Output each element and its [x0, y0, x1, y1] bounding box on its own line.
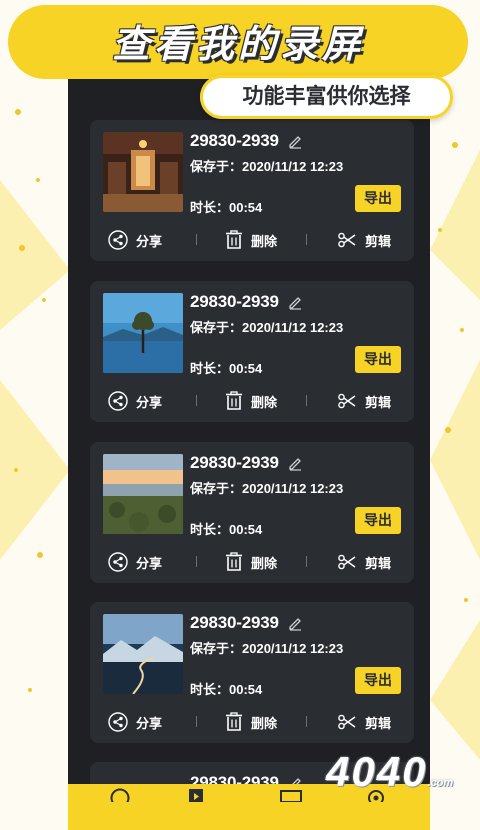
- cut-label: 剪辑: [365, 394, 392, 410]
- banner-subtitle: 功能丰富供你选择: [242, 85, 411, 108]
- share-button[interactable]: 分享: [108, 551, 162, 573]
- recording-name: 29830-2939: [190, 453, 279, 472]
- duration: 时长：00:54: [190, 361, 263, 376]
- scissors-icon: [338, 393, 356, 409]
- delete-button[interactable]: 删除: [225, 711, 277, 733]
- divider: [196, 234, 197, 245]
- cut-button[interactable]: 剪辑: [337, 229, 391, 251]
- divider: [306, 395, 307, 406]
- share-icon: [108, 712, 128, 732]
- share-button[interactable]: 分享: [108, 711, 162, 733]
- delete-label: 删除: [251, 555, 278, 571]
- share-icon: [108, 391, 128, 411]
- promo-banner: 查看我的录屏: [8, 5, 468, 79]
- scissors-icon: [338, 232, 356, 248]
- share-button[interactable]: 分享: [108, 390, 162, 412]
- share-icon: [108, 552, 128, 572]
- subtitle-pill: 功能丰富供你选择: [200, 75, 453, 119]
- divider: [196, 395, 197, 406]
- duration: 时长：00:54: [190, 682, 263, 697]
- delete-label: 删除: [251, 394, 278, 410]
- recording-name: 29830-2939: [190, 292, 279, 311]
- export-button[interactable]: 导出: [355, 185, 401, 212]
- share-label: 分享: [136, 233, 163, 249]
- pencil-icon[interactable]: [287, 133, 303, 149]
- share-label: 分享: [136, 394, 163, 410]
- share-label: 分享: [136, 715, 163, 731]
- recording-thumbnail[interactable]: [103, 132, 183, 212]
- divider: [196, 556, 197, 567]
- duration: 时长：00:54: [190, 522, 263, 537]
- recording-thumbnail[interactable]: [103, 293, 183, 373]
- recording-card[interactable]: 29830-2939 保存于：2020/11/12 12:23 时长：00:54…: [90, 442, 414, 583]
- export-button[interactable]: 导出: [355, 346, 401, 373]
- trash-icon: [226, 712, 242, 731]
- recording-thumbnail[interactable]: [103, 614, 183, 694]
- share-icon: [108, 230, 128, 250]
- banner-title: 查看我的录屏: [111, 24, 364, 66]
- delete-label: 删除: [251, 715, 278, 731]
- recording-name: 29830-2939: [190, 613, 279, 632]
- delete-button[interactable]: 删除: [225, 551, 277, 573]
- divider: [196, 716, 197, 727]
- export-button[interactable]: 导出: [355, 507, 401, 534]
- divider: [306, 716, 307, 727]
- cut-button[interactable]: 剪辑: [337, 551, 391, 573]
- saved-time: 保存于：2020/11/12 12:23: [190, 159, 344, 174]
- delete-button[interactable]: 删除: [225, 229, 277, 251]
- duration: 时长：00:54: [190, 200, 263, 215]
- cut-label: 剪辑: [365, 715, 392, 731]
- pencil-icon[interactable]: [287, 455, 303, 471]
- delete-label: 删除: [251, 233, 278, 249]
- divider: [306, 234, 307, 245]
- saved-time: 保存于：2020/11/12 12:23: [190, 320, 344, 335]
- recording-card[interactable]: 29830-2939 保存于：2020/11/12 12:23 时长：00:54…: [90, 602, 414, 743]
- watermark-logo: 4040.com: [326, 748, 454, 795]
- divider: [306, 556, 307, 567]
- cut-label: 剪辑: [365, 233, 392, 249]
- scissors-icon: [338, 714, 356, 730]
- pencil-icon[interactable]: [287, 615, 303, 631]
- trash-icon: [226, 391, 242, 410]
- cut-button[interactable]: 剪辑: [337, 711, 391, 733]
- cut-label: 剪辑: [365, 555, 392, 571]
- recording-name: 29830-2939: [190, 131, 279, 150]
- pencil-icon[interactable]: [287, 294, 303, 310]
- share-button[interactable]: 分享: [108, 229, 162, 251]
- recording-card[interactable]: 29830-2939 保存于：2020/11/12 12:23 时长：00:54…: [90, 120, 414, 261]
- trash-icon: [226, 552, 242, 571]
- share-label: 分享: [136, 555, 163, 571]
- recording-card[interactable]: 29830-2939 保存于：2020/11/12 12:23 时长：00:54…: [90, 281, 414, 422]
- cut-button[interactable]: 剪辑: [337, 390, 391, 412]
- recording-thumbnail[interactable]: [103, 454, 183, 534]
- trash-icon: [226, 230, 242, 249]
- saved-time: 保存于：2020/11/12 12:23: [190, 481, 344, 496]
- recordings-panel: 29830-2939 保存于：2020/11/12 12:23 时长：00:54…: [68, 70, 430, 830]
- delete-button[interactable]: 删除: [225, 390, 277, 412]
- saved-time: 保存于：2020/11/12 12:23: [190, 641, 344, 656]
- scissors-icon: [338, 554, 356, 570]
- export-button[interactable]: 导出: [355, 667, 401, 694]
